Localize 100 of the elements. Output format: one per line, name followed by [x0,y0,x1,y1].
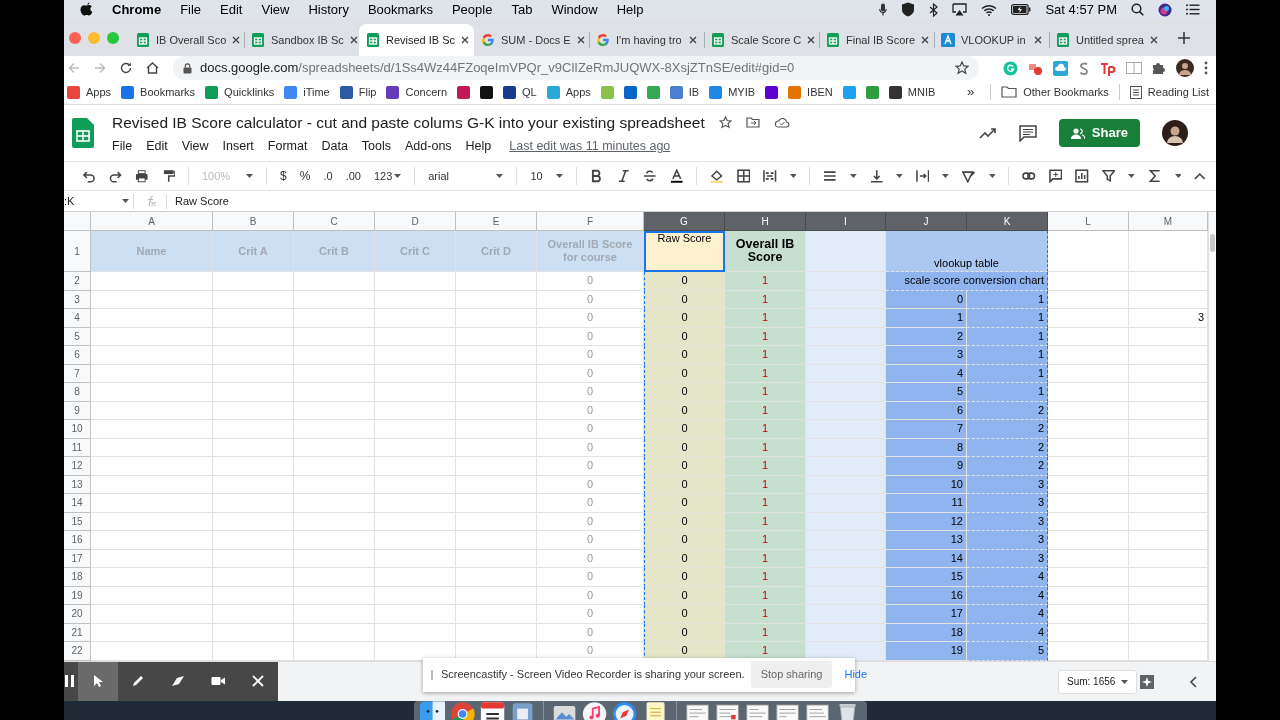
list-icon[interactable] [1186,4,1200,15]
profile-avatar-icon[interactable] [1176,59,1194,77]
address-field[interactable]: docs.google.com/spreadsheets/d/1Ss4Wz44FZoqeImVPQr_v9ClIZeRmJUQWX-8XsjZTnSE/edit#gid=0 [173,56,979,80]
table-cell[interactable] [91,364,213,383]
table-cell[interactable] [294,383,375,402]
table-cell[interactable] [91,457,213,476]
table-cell[interactable] [91,586,213,605]
table-cell[interactable] [91,531,213,550]
table-cell[interactable] [375,531,456,550]
menu-item[interactable]: People [451,0,493,20]
caret-icon[interactable] [556,174,564,178]
table-cell[interactable]: 9 [886,457,967,476]
column-header[interactable]: G [644,212,725,231]
table-cell[interactable] [1048,383,1129,402]
table-cell[interactable] [375,623,456,642]
table-cell[interactable]: Overall IB Score [725,231,806,272]
table-cell[interactable]: 0 [644,568,725,587]
browser-tab[interactable]: Sandbox IB Sc [244,24,359,56]
menu-item[interactable]: View [181,136,209,156]
profile-avatar-icon[interactable] [1162,120,1188,146]
s-letter-icon[interactable] [1078,60,1090,76]
bookmark-icon[interactable] [765,85,779,99]
table-cell[interactable]: 0 [644,494,725,513]
italic-icon[interactable] [616,169,631,183]
table-cell[interactable]: 0 [644,457,725,476]
table-cell[interactable] [375,327,456,346]
table-cell[interactable] [1048,420,1129,439]
table-cell[interactable]: 1 [967,346,1048,365]
share-button[interactable]: Share [1058,119,1140,147]
trend-line-icon[interactable] [978,127,997,139]
row-header[interactable]: 12 [64,457,91,476]
table-cell[interactable] [213,586,294,605]
g-circle-icon[interactable] [1003,60,1018,76]
table-cell[interactable]: 1 [967,364,1048,383]
close-icon[interactable] [461,36,470,44]
table-cell[interactable]: 0 [644,401,725,420]
table-cell[interactable] [1048,231,1129,272]
table-cell[interactable] [1048,309,1129,328]
caret-icon[interactable] [849,174,857,178]
chrome-icon[interactable] [449,700,475,720]
table-cell[interactable] [1048,327,1129,346]
close-icon[interactable] [576,36,585,44]
new-tab-icon[interactable] [1178,32,1190,44]
menu-item[interactable]: File [180,0,202,20]
table-cell[interactable] [1048,457,1129,476]
table-cell[interactable] [91,438,213,457]
fill-color-icon[interactable] [710,169,724,183]
table-cell[interactable]: 3 [967,475,1048,494]
bookmark[interactable]: MNIB [888,83,936,101]
table-cell[interactable] [213,364,294,383]
table-cell[interactable]: 0 [644,364,725,383]
table-cell[interactable] [1048,642,1129,661]
table-cell[interactable] [1048,531,1129,550]
table-cell[interactable]: 11 [886,494,967,513]
table-cell[interactable] [1048,438,1129,457]
close-window-icon[interactable] [69,31,81,44]
table-cell[interactable] [91,475,213,494]
bold-icon[interactable] [590,169,604,183]
bookmark[interactable]: Flip [339,83,377,101]
table-cell[interactable]: 3 [886,346,967,365]
table-cell[interactable] [806,494,886,513]
table-cell[interactable] [375,346,456,365]
menu-item[interactable]: Help [465,136,492,156]
formula-input[interactable]: Raw Score [175,192,1216,210]
browser-tab[interactable]: Untitled sprea [1049,24,1164,56]
table-cell[interactable] [1048,401,1129,420]
percent-button[interactable]: % [299,167,311,185]
table-cell[interactable] [91,401,213,420]
move-folder-icon[interactable] [745,116,760,128]
table-cell[interactable] [294,512,375,531]
menu-item[interactable]: Window [551,0,598,20]
table-cell[interactable]: 0 [644,290,725,309]
table-cell[interactable] [213,272,294,291]
table-cell[interactable]: 3 [967,549,1048,568]
column-header[interactable]: F [537,212,644,231]
table-cell[interactable] [213,549,294,568]
column-header[interactable]: J [886,212,967,231]
hide-button[interactable]: Hide [838,661,874,688]
table-cell[interactable] [456,531,537,550]
table-cell[interactable] [91,568,213,587]
table-cell[interactable] [1048,272,1129,291]
menu-item[interactable]: Help [616,0,644,20]
menu-item[interactable]: Insert [222,136,254,156]
table-cell[interactable]: 17 [886,605,967,624]
table-cell[interactable] [213,383,294,402]
battery-icon[interactable] [1011,4,1032,15]
table-cell[interactable]: 2 [967,438,1048,457]
caret-icon[interactable] [122,199,129,203]
table-cell[interactable] [375,568,456,587]
table-cell[interactable] [456,586,537,605]
table-cell[interactable] [1048,586,1129,605]
table-cell[interactable]: 5 [886,383,967,402]
caret-icon[interactable] [942,174,950,178]
table-cell[interactable] [213,346,294,365]
table-cell[interactable] [294,623,375,642]
table-cell[interactable] [91,642,213,661]
table-cell[interactable]: 1 [886,309,967,328]
table-cell[interactable] [375,272,456,291]
bookmark[interactable]: QL [503,83,537,101]
bluetooth-icon[interactable] [929,2,939,17]
